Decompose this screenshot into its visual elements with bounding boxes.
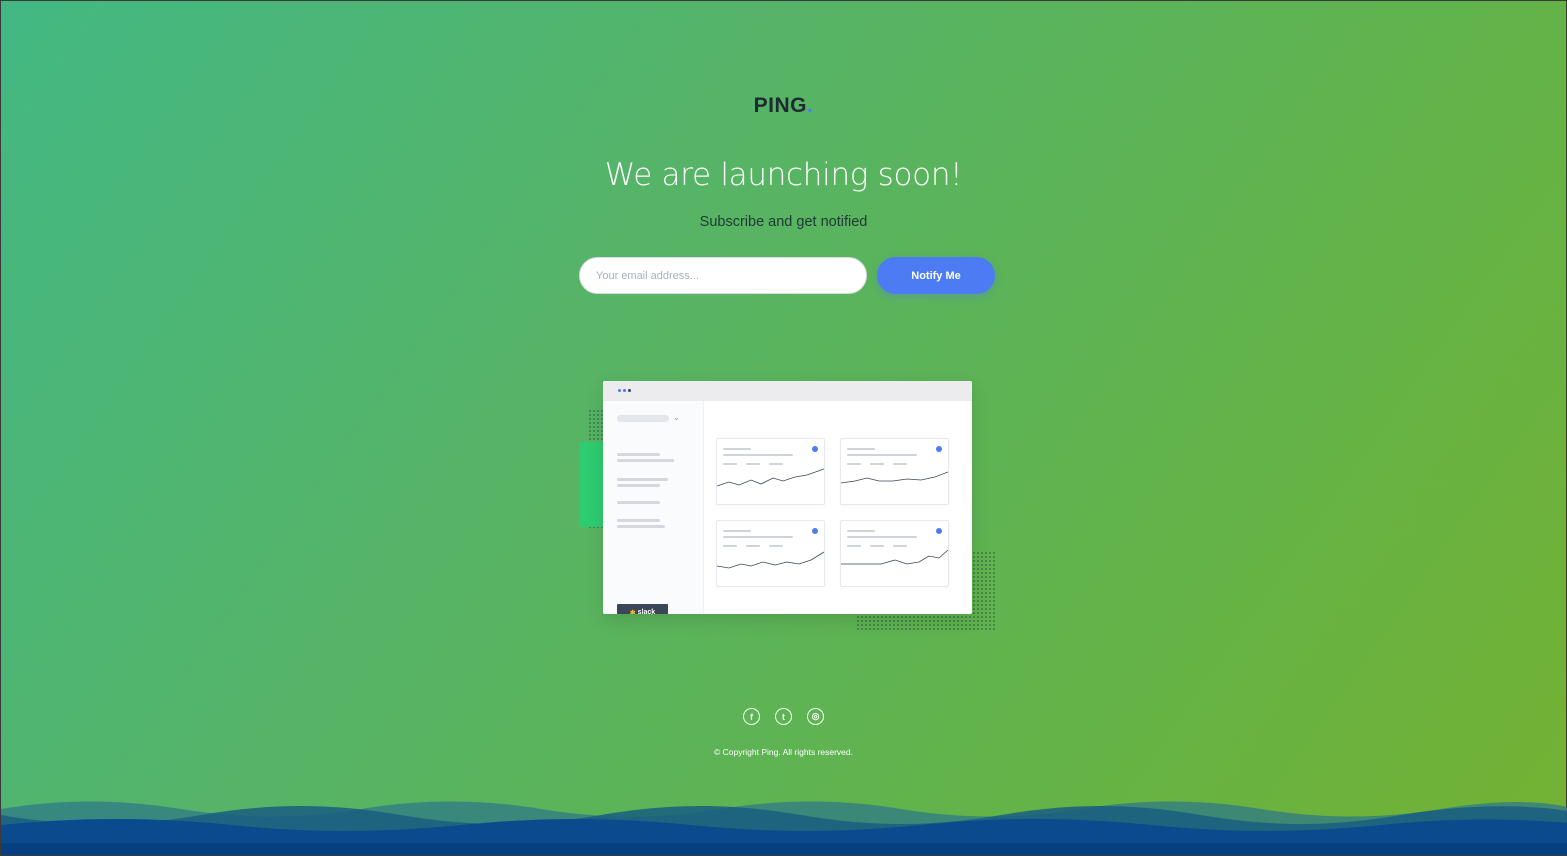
check-icon [936,528,942,534]
sparkline [841,549,948,565]
facebook-icon[interactable]: f [743,708,760,725]
illustration-sidebar: ⌄ ✱ slack [603,401,704,614]
sidebar-line [617,525,665,528]
landing-page: PING. We are launching soon! Subscribe a… [1,1,1567,855]
card-line [847,536,917,538]
sparkline [717,551,824,569]
window-dot [618,389,621,392]
social-links: f t ◎ [1,708,1566,725]
twitter-glyph: t [782,711,785,722]
chart-card [716,520,825,587]
chart-card [840,438,949,505]
slack-icon: ✱ [629,609,636,615]
sidebar-line [617,478,668,481]
sidebar-line [617,459,674,462]
slack-label: slack [637,609,656,614]
brand-logo: PING. [1,94,1566,118]
card-line [847,530,875,532]
sparkline [717,468,824,487]
chart-card [716,438,825,505]
card-line [723,536,793,538]
twitter-icon[interactable]: t [775,708,792,725]
window-dot [628,389,631,392]
window-titlebar [603,381,972,401]
window-dot [623,389,626,392]
check-icon [936,446,942,452]
check-icon [812,446,818,452]
chart-card [840,520,949,587]
card-line [723,448,751,450]
instagram-icon[interactable]: ◎ [807,708,824,725]
card-line [847,448,875,450]
chevron-down-icon: ⌄ [673,413,680,422]
sparkline [841,471,948,484]
page-title: We are launching soon! [604,157,963,193]
card-line [847,454,917,456]
dashboard-illustration: ⌄ ✱ slack [576,379,1001,634]
illustration-window: ⌄ ✱ slack [603,381,972,614]
page-subtitle: Subscribe and get notified [699,214,868,230]
sidebar-line [617,453,660,456]
facebook-glyph: f [750,711,753,722]
sidebar-line [617,501,660,504]
check-icon [812,528,818,534]
brand-dot: . [807,94,814,117]
instagram-glyph: ◎ [811,711,820,721]
accent-block [579,442,605,527]
wave-decoration [1,801,1567,855]
card-line [723,454,793,456]
sidebar-line [617,484,660,487]
copyright-text: © Copyright Ping. All rights reserved. [713,747,854,757]
card-line [723,530,751,532]
email-field[interactable] [579,257,867,294]
notify-me-button[interactable]: Notify Me [877,257,995,294]
slack-button: ✱ slack [617,604,668,614]
sidebar-line [617,519,660,522]
sidebar-select [617,415,669,422]
brand-name: PING [753,94,807,117]
